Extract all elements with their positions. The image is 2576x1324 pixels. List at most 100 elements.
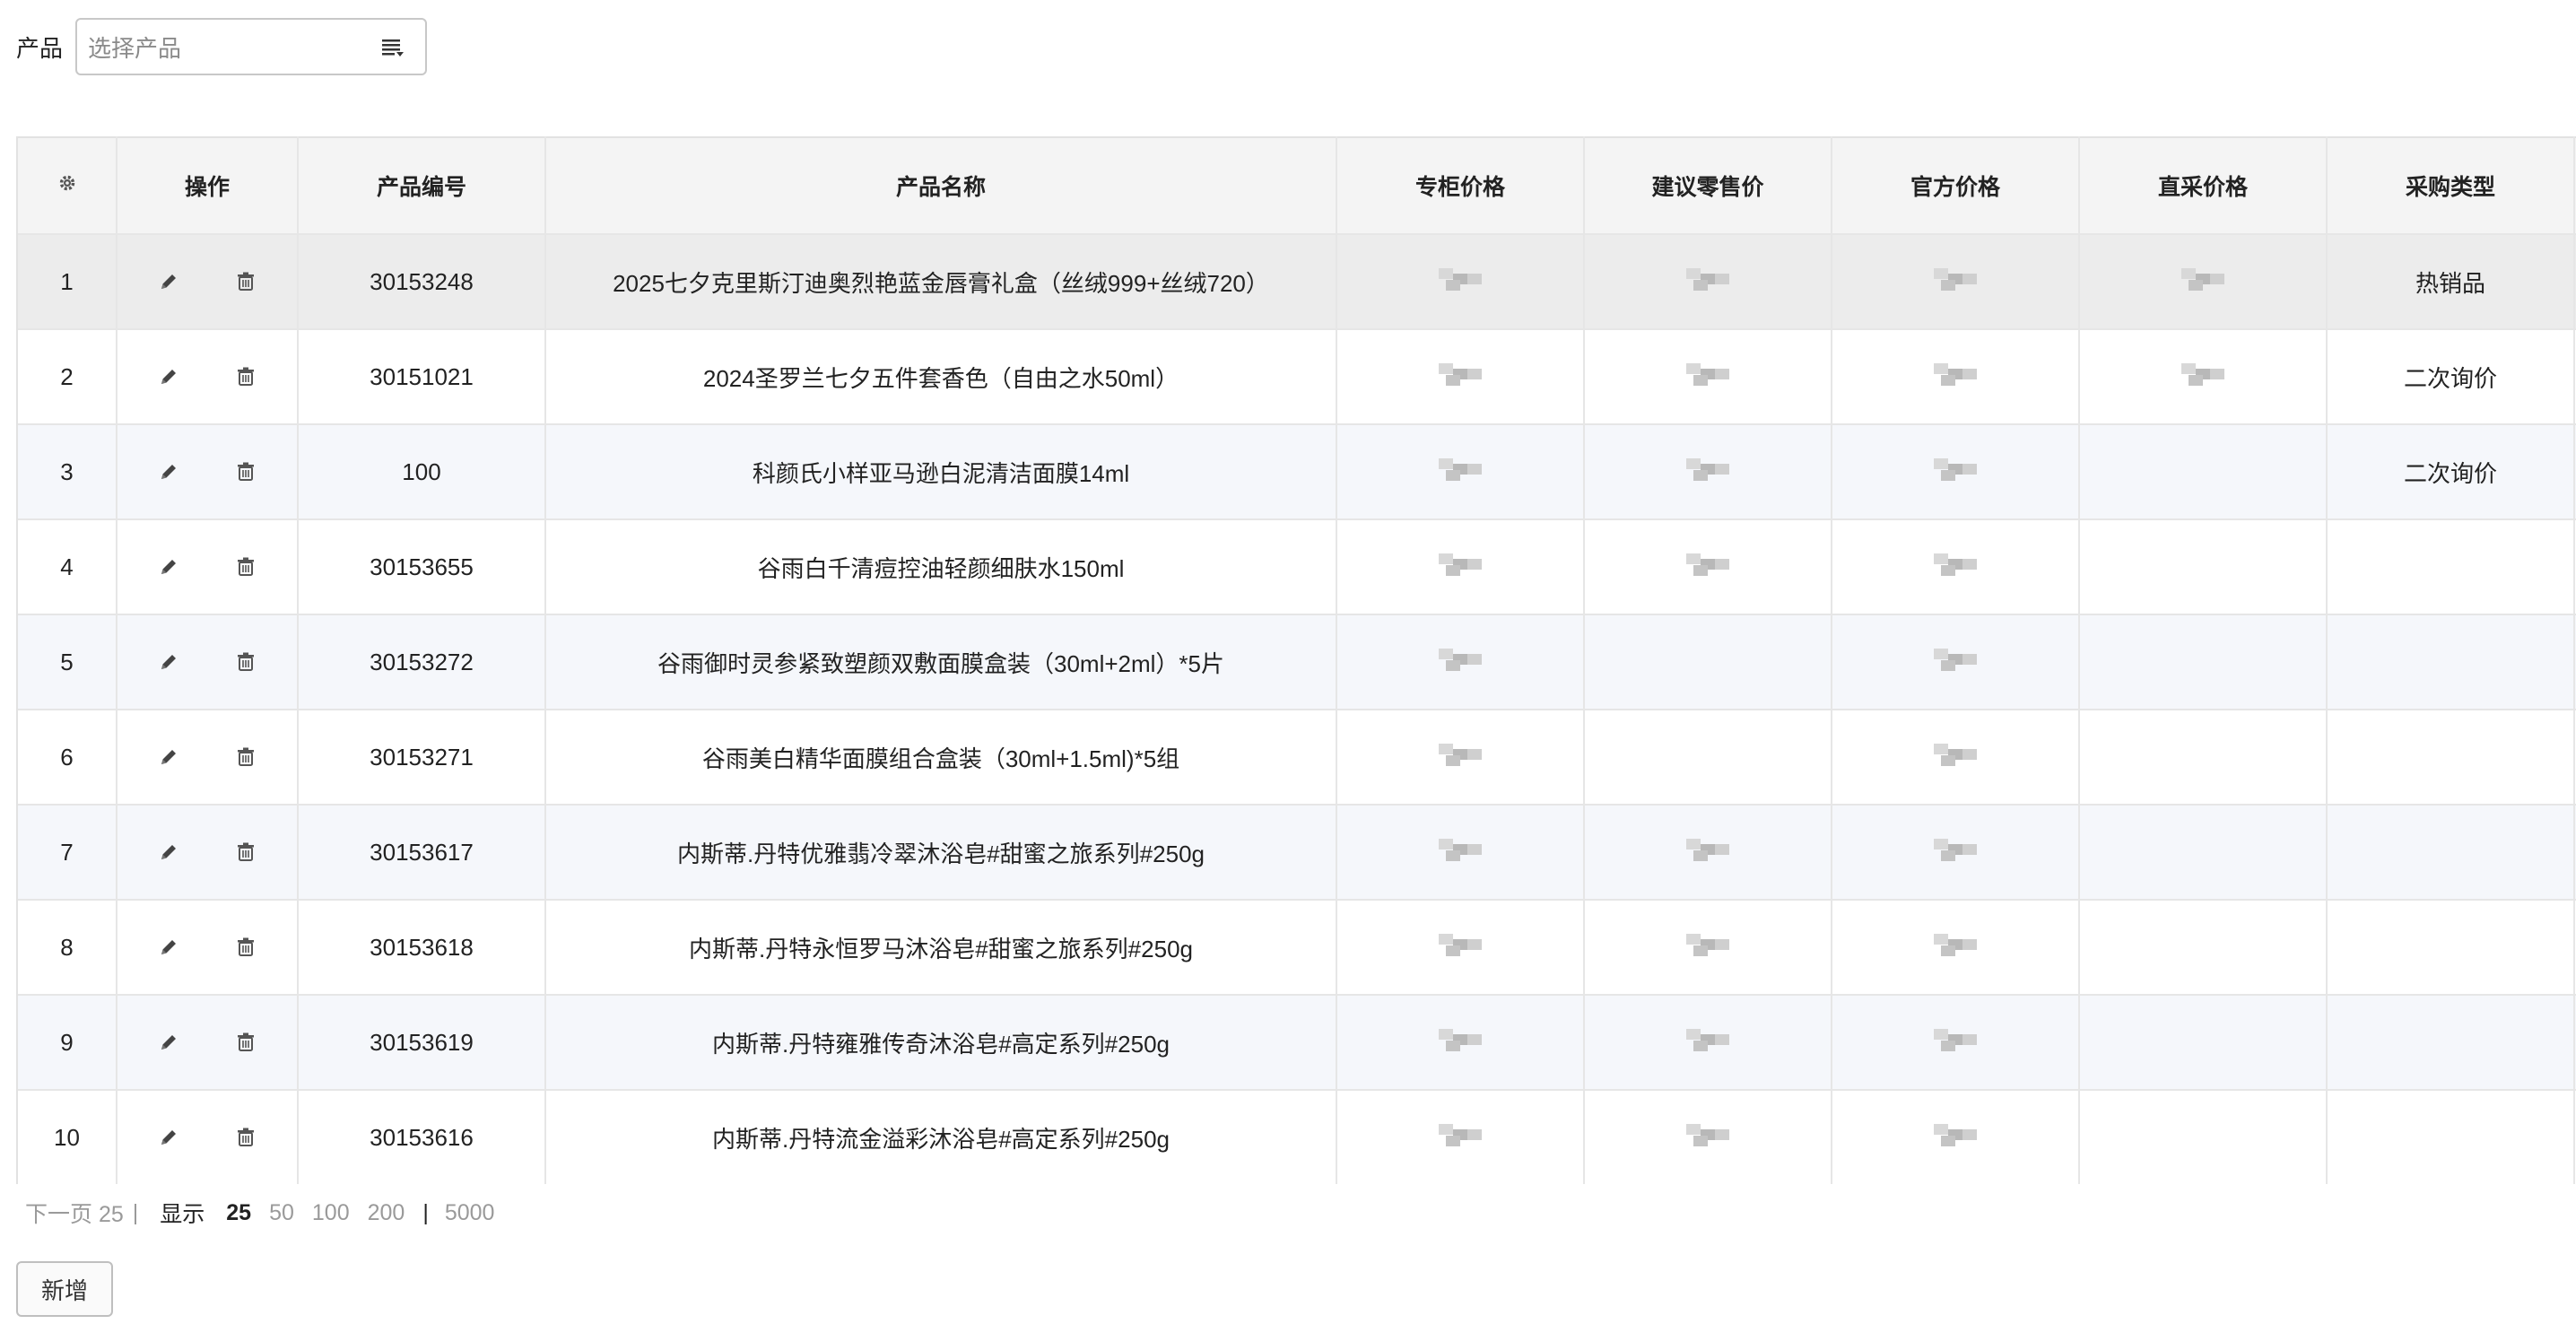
retail-price (1584, 519, 1832, 615)
trash-icon[interactable] (234, 365, 257, 388)
direct-price (2079, 329, 2328, 425)
redacted-value (1683, 361, 1733, 388)
retail-price (1584, 614, 1832, 710)
table-row[interactable]: 3 100 科颜氏小样亚马逊白泥清洁面膜14ml 二次询价 (18, 424, 2576, 520)
redacted-value (1683, 266, 1733, 292)
official-price (1832, 805, 2080, 901)
column-settings-header[interactable] (18, 136, 117, 235)
purchase-type (2327, 900, 2575, 996)
purchase-type (2327, 519, 2575, 615)
page-size-200[interactable]: 200 (368, 1200, 405, 1226)
column-header-actions[interactable]: 操作 (117, 136, 299, 235)
redacted-value (2178, 361, 2228, 388)
trash-icon[interactable] (234, 270, 257, 293)
counter-price (1336, 424, 1585, 520)
counter-price (1336, 329, 1585, 425)
trash-icon[interactable] (234, 745, 257, 769)
counter-price (1336, 710, 1585, 806)
product-code: 30153271 (298, 710, 546, 806)
counter-price (1336, 995, 1585, 1091)
product-code: 30153618 (298, 900, 546, 996)
official-price (1832, 1090, 2080, 1184)
trash-icon[interactable] (234, 1031, 257, 1054)
page-size-50[interactable]: 50 (269, 1200, 294, 1226)
product-code: 30153619 (298, 995, 546, 1091)
column-header-name[interactable]: 产品名称 (545, 136, 1337, 235)
redacted-value (1683, 551, 1733, 578)
counter-price (1336, 805, 1585, 901)
direct-price (2079, 710, 2328, 806)
pencil-icon[interactable] (157, 841, 180, 864)
redacted-value (1930, 551, 1980, 578)
page-size-label: 显示 (160, 1202, 205, 1227)
retail-price (1584, 1090, 1832, 1184)
page-size-100[interactable]: 100 (312, 1200, 350, 1226)
table-row[interactable]: 2 30151021 2024圣罗兰七夕五件套香色（自由之水50ml） 二次询价 (18, 329, 2576, 425)
row-actions (117, 900, 299, 996)
next-page-link[interactable]: 下一页 25 (25, 1197, 124, 1229)
column-header-official-price[interactable]: 官方价格 (1832, 136, 2080, 235)
table-row[interactable]: 9 30153619 内斯蒂.丹特雍雅传奇沐浴皂#高定系列#250g (18, 995, 2576, 1091)
retail-price (1584, 234, 1832, 330)
purchase-type: 热销品 (2327, 234, 2575, 330)
add-button[interactable]: 新增 (16, 1261, 113, 1317)
purchase-type: 二次询价 (2327, 329, 2575, 425)
redacted-value (1435, 836, 1485, 863)
product-select-placeholder: 选择产品 (88, 34, 182, 62)
column-header-counter-price[interactable]: 专柜价格 (1336, 136, 1585, 235)
redacted-value (1435, 1026, 1485, 1053)
redacted-value (1435, 741, 1485, 768)
page-size-25[interactable]: 25 (226, 1200, 251, 1226)
row-index: 8 (18, 900, 117, 996)
pencil-icon[interactable] (157, 460, 180, 483)
purchase-type (2327, 995, 2575, 1091)
official-price (1832, 614, 2080, 710)
trash-icon[interactable] (234, 650, 257, 674)
column-header-direct-price[interactable]: 直采价格 (2079, 136, 2328, 235)
table-row[interactable]: 1 30153248 2025七夕克里斯汀迪奥烈艳蓝金唇膏礼盒（丝绒999+丝绒72… (18, 234, 2576, 330)
pencil-icon[interactable] (157, 365, 180, 388)
trash-icon[interactable] (234, 1126, 257, 1149)
table-row[interactable]: 5 30153272 谷雨御时灵参紧致塑颜双敷面膜盒装（30ml+2ml）*5片 (18, 614, 2576, 710)
pencil-icon[interactable] (157, 1126, 180, 1149)
official-price (1832, 710, 2080, 806)
retail-price (1584, 329, 1832, 425)
trash-icon[interactable] (234, 460, 257, 483)
column-header-purchase-type[interactable]: 采购类型 (2327, 136, 2575, 235)
pencil-icon[interactable] (157, 936, 180, 959)
row-actions (117, 519, 299, 615)
pencil-icon[interactable] (157, 650, 180, 674)
trash-icon[interactable] (234, 841, 257, 864)
trash-icon[interactable] (234, 555, 257, 579)
table-row[interactable]: 7 30153617 内斯蒂.丹特优雅翡冷翠沐浴皂#甜蜜之旅系列#250g (18, 805, 2576, 901)
counter-price (1336, 900, 1585, 996)
trash-icon[interactable] (234, 936, 257, 959)
redacted-value (1930, 456, 1980, 483)
retail-price (1584, 900, 1832, 996)
redacted-value (1683, 931, 1733, 958)
table-row[interactable]: 4 30153655 谷雨白千清痘控油轻颜细肤水150ml (18, 519, 2576, 615)
column-header-code[interactable]: 产品编号 (298, 136, 546, 235)
table-row[interactable]: 10 30153616 内斯蒂.丹特流金溢彩沐浴皂#高定系列#250g (18, 1090, 2576, 1184)
counter-price (1336, 519, 1585, 615)
product-select[interactable]: 选择产品 (75, 18, 428, 75)
table-row[interactable]: 8 30153618 内斯蒂.丹特永恒罗马沐浴皂#甜蜜之旅系列#250g (18, 900, 2576, 996)
retail-price (1584, 995, 1832, 1091)
table-row[interactable]: 6 30153271 谷雨美白精华面膜组合盒装（30ml+1.5ml)*5组 (18, 710, 2576, 806)
row-index: 2 (18, 329, 117, 425)
official-price (1832, 234, 2080, 330)
row-actions (117, 234, 299, 330)
product-name: 2025七夕克里斯汀迪奥烈艳蓝金唇膏礼盒（丝绒999+丝绒720） (545, 234, 1337, 330)
direct-price (2079, 234, 2328, 330)
page-size-5000[interactable]: 5000 (445, 1200, 495, 1226)
pencil-icon[interactable] (157, 270, 180, 293)
pencil-icon[interactable] (157, 1031, 180, 1054)
column-header-retail-price[interactable]: 建议零售价 (1584, 136, 1832, 235)
row-actions (117, 995, 299, 1091)
pencil-icon[interactable] (157, 555, 180, 579)
list-dropdown-icon[interactable] (380, 34, 405, 59)
purchase-type (2327, 805, 2575, 901)
pencil-icon[interactable] (157, 745, 180, 769)
official-price (1832, 519, 2080, 615)
gear-icon[interactable] (57, 173, 77, 193)
